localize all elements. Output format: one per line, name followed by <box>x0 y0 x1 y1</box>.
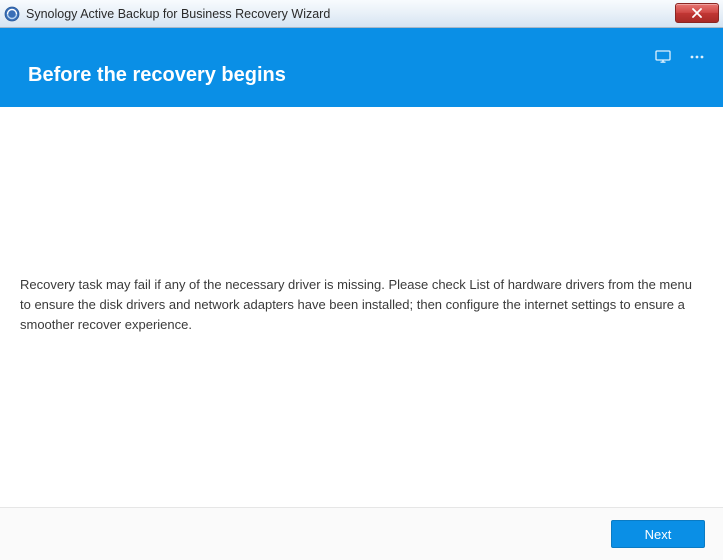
instruction-text: Recovery task may fail if any of the nec… <box>20 275 703 335</box>
close-icon <box>691 8 703 18</box>
window-titlebar: Synology Active Backup for Business Reco… <box>0 0 723 28</box>
page-heading: Before the recovery begins <box>28 64 286 107</box>
display-settings-button[interactable] <box>655 50 671 64</box>
app-icon <box>4 6 20 22</box>
close-button[interactable] <box>675 3 719 23</box>
wizard-banner: Before the recovery begins <box>0 28 723 107</box>
wizard-footer: Next <box>0 507 723 560</box>
next-button[interactable]: Next <box>611 520 705 548</box>
window-title: Synology Active Backup for Business Reco… <box>26 7 330 21</box>
banner-actions <box>655 50 705 64</box>
wizard-content: Recovery task may fail if any of the nec… <box>0 107 723 507</box>
monitor-icon <box>655 50 671 64</box>
more-menu-button[interactable] <box>689 50 705 64</box>
more-menu-icon <box>689 50 705 64</box>
